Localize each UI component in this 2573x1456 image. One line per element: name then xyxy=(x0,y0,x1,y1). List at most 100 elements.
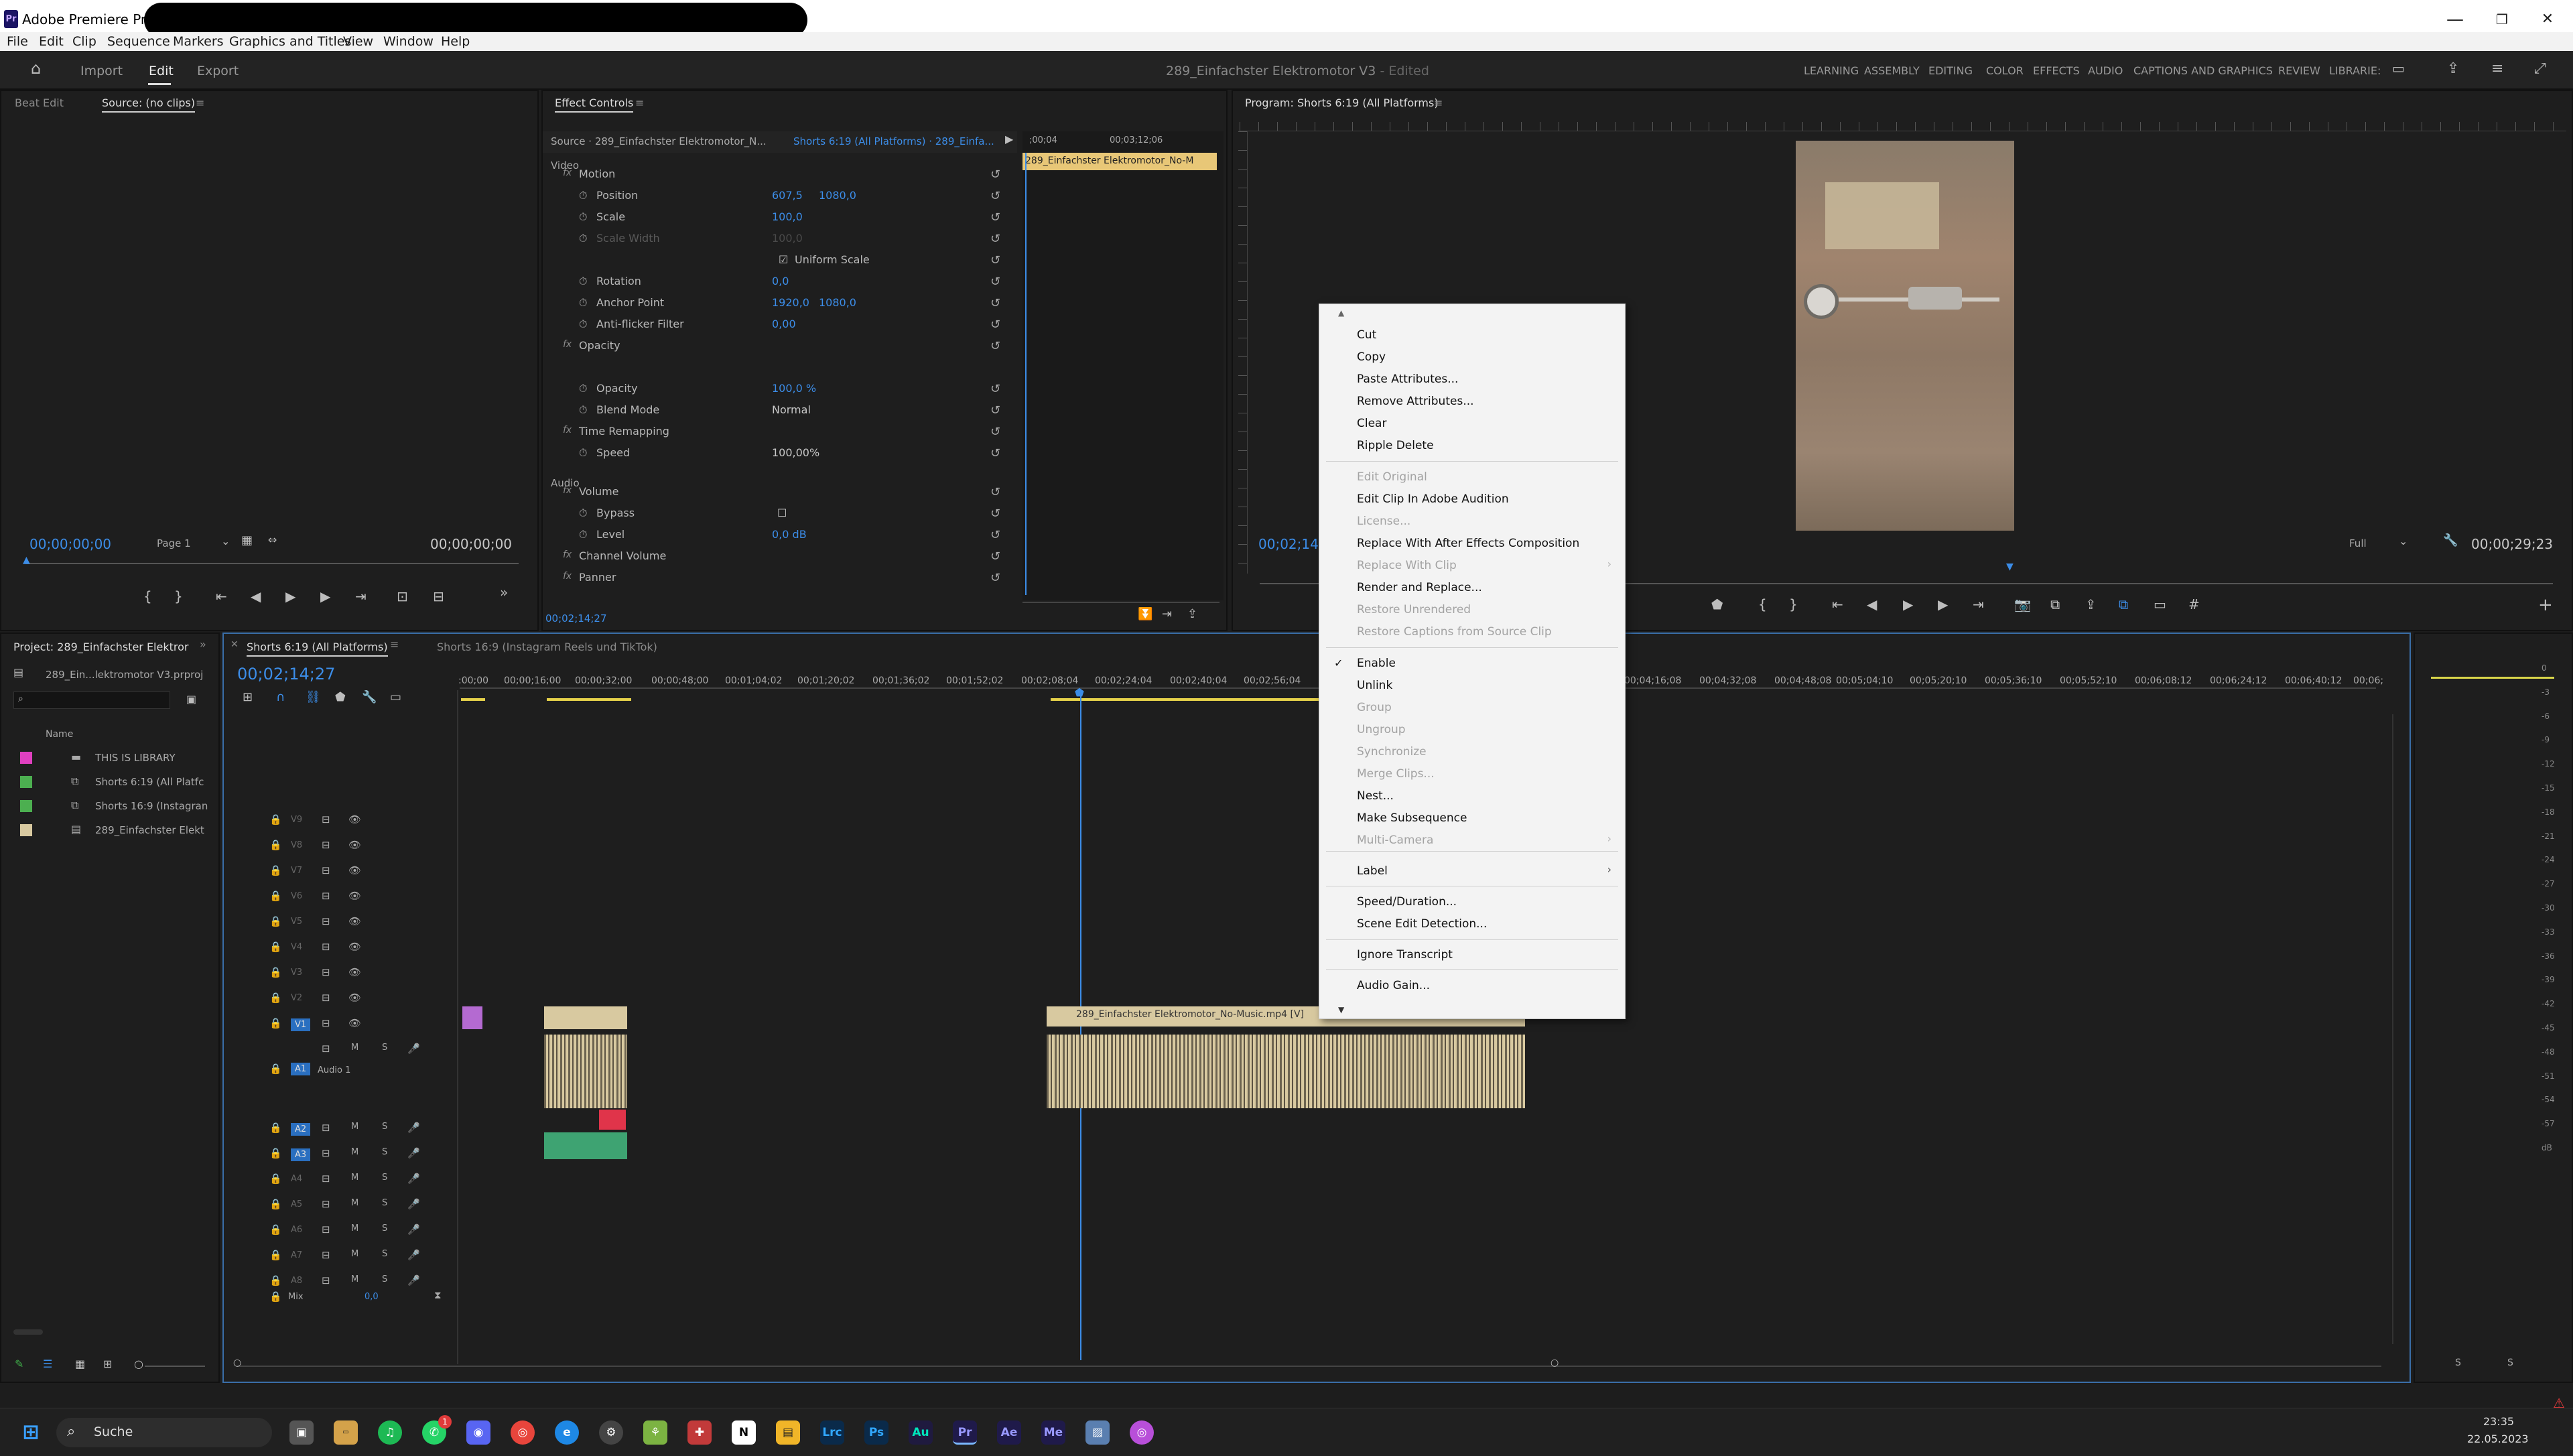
stopwatch-icon[interactable]: ⏱ xyxy=(579,528,587,541)
program-panel-menu-icon[interactable]: ≡ xyxy=(1434,96,1443,109)
lock-icon[interactable]: 🔒 xyxy=(269,1198,282,1210)
add-button-icon[interactable]: + xyxy=(2538,595,2553,615)
steam-icon[interactable]: ⚙ xyxy=(599,1420,623,1445)
clip-a1-short[interactable] xyxy=(544,1035,627,1108)
reset-icon[interactable]: ↺ xyxy=(990,446,1000,460)
menu-view[interactable]: View xyxy=(343,34,373,49)
progress-menu-icon[interactable]: ≡ xyxy=(2491,60,2503,77)
timeline-playhead-icon[interactable]: ⬟ xyxy=(1075,686,1084,699)
stopwatch-icon[interactable]: ⏱ xyxy=(579,507,587,520)
sync-lock-icon[interactable]: ⊟ xyxy=(322,1198,330,1210)
timeline-vscroll[interactable] xyxy=(2392,714,2393,1344)
ripple-icon[interactable]: ⇥ xyxy=(1162,607,1172,621)
mic-icon[interactable]: 🎤 xyxy=(407,1122,420,1134)
timeline-timecode[interactable]: 00;02;14;27 xyxy=(237,665,335,683)
mic-icon[interactable]: 🎤 xyxy=(407,1198,420,1210)
effect-value-1[interactable]: 0,0 dB xyxy=(772,528,807,541)
reset-icon[interactable]: ↺ xyxy=(990,318,1000,332)
stopwatch-icon[interactable]: ⏱ xyxy=(579,296,587,310)
sync-lock-icon[interactable]: ⊟ xyxy=(322,1223,330,1236)
lock-icon[interactable]: 🔒 xyxy=(269,813,282,825)
tab-sequence-169[interactable]: Shorts 16:9 (Instagram Reels und TikTok) xyxy=(437,641,657,653)
work-area-bar-1[interactable] xyxy=(461,698,485,701)
meter-solo-right[interactable]: S xyxy=(2507,1358,2513,1368)
lock-icon[interactable]: 🔒 xyxy=(269,1223,282,1236)
lightroom-classic-icon[interactable]: Lrc xyxy=(820,1420,844,1445)
ec-scrollbar[interactable] xyxy=(1022,602,1219,603)
tab-program[interactable]: Program: Shorts 6:19 (All Platforms) xyxy=(1245,96,1439,109)
go-to-in-icon[interactable]: ⇤ xyxy=(216,588,227,604)
ec-sequence-label[interactable]: Shorts 6:19 (All Platforms) · 289_Einfa.… xyxy=(793,135,994,147)
program-step-back-icon[interactable]: ◀ xyxy=(1867,596,1877,612)
grid-icon[interactable]: # xyxy=(2188,596,2200,612)
meter-solo-left[interactable]: S xyxy=(2455,1358,2461,1368)
lock-icon[interactable]: 🔒 xyxy=(269,1122,282,1134)
effect-row[interactable]: fx Time Remapping ↺ xyxy=(543,425,1012,446)
menu-clip[interactable]: Clip xyxy=(72,34,96,49)
solo-button[interactable]: S xyxy=(382,1223,387,1234)
home-icon[interactable]: ⌂ xyxy=(31,59,41,78)
ec-playhead[interactable] xyxy=(1025,153,1027,595)
menu-item-ignore-transcript[interactable]: Ignore Transcript xyxy=(1357,948,1453,962)
menu-item-unlink[interactable]: Unlink xyxy=(1357,679,1392,692)
source-timecode-left[interactable]: 00;00;00;00 xyxy=(29,536,111,552)
lock-icon[interactable]: 🔒 xyxy=(269,1063,282,1075)
spotify-icon[interactable]: ♫ xyxy=(378,1420,402,1445)
reset-icon[interactable]: ↺ xyxy=(990,528,1000,542)
fx-toggle-icon[interactable]: fx xyxy=(563,571,572,582)
video-track-header[interactable]: 🔒 V2 ⊟ 👁 xyxy=(228,988,456,1008)
stopwatch-icon[interactable]: ⏱ xyxy=(579,275,587,288)
fx-toggle-icon[interactable]: fx xyxy=(563,425,572,436)
task-view-icon[interactable]: ▣ xyxy=(289,1420,314,1445)
clip-v1-short[interactable] xyxy=(544,1006,627,1029)
reset-icon[interactable]: ↺ xyxy=(990,189,1000,203)
windows-start-icon[interactable]: ⊞ xyxy=(19,1420,43,1445)
more-icon[interactable]: » xyxy=(500,584,508,600)
overwrite-icon[interactable]: ⊟ xyxy=(433,588,444,604)
sync-lock-icon[interactable]: ⊟ xyxy=(322,1043,330,1055)
pencil-icon[interactable]: ✎ xyxy=(15,1358,23,1370)
sync-lock-icon[interactable]: ⊟ xyxy=(322,1017,330,1029)
clip-a2-red[interactable] xyxy=(599,1110,626,1130)
nomad-app-icon[interactable]: ▭ xyxy=(334,1420,358,1445)
reset-icon[interactable]: ↺ xyxy=(990,232,1000,246)
sync-lock-icon[interactable]: ⊟ xyxy=(322,966,330,978)
playhead-icon[interactable]: ▲ xyxy=(23,555,30,566)
reset-icon[interactable]: ↺ xyxy=(990,382,1000,396)
menu-item-clear[interactable]: Clear xyxy=(1357,417,1386,430)
sync-lock-icon[interactable]: ⊟ xyxy=(322,864,330,876)
reset-icon[interactable]: ↺ xyxy=(990,275,1000,289)
solo-button[interactable]: S xyxy=(382,1198,387,1208)
project-item[interactable]: ▤ 289_Einfachster Elekt xyxy=(1,820,216,840)
video-track-header[interactable]: 🔒 V5 ⊟ 👁 xyxy=(228,911,456,931)
menu-item-edit-clip-in-adobe-audition[interactable]: Edit Clip In Adobe Audition xyxy=(1357,492,1509,506)
lock-icon[interactable]: 🔒 xyxy=(269,992,282,1004)
settings-icon[interactable]: ▦ xyxy=(241,533,253,547)
reset-icon[interactable]: ↺ xyxy=(990,425,1000,439)
effect-row[interactable]: ⏱ Bypass ☐ ↺ xyxy=(543,507,1012,527)
app-red-icon[interactable]: ✚ xyxy=(687,1420,712,1445)
menu-markers[interactable]: Markers xyxy=(173,34,224,49)
hscroll-left-handle[interactable]: ○ xyxy=(233,1358,241,1368)
mute-button[interactable]: M xyxy=(351,1223,358,1234)
track-name[interactable]: V9 xyxy=(291,815,302,825)
track-name[interactable]: V3 xyxy=(291,968,302,978)
workspace-color[interactable]: COLOR xyxy=(1986,64,2024,77)
reset-icon[interactable]: ↺ xyxy=(990,339,1000,353)
sync-lock-icon[interactable]: ⊟ xyxy=(322,1249,330,1261)
mute-button[interactable]: M xyxy=(351,1147,358,1157)
uniform-scale-checkbox[interactable]: ☑ xyxy=(779,253,788,266)
program-go-in-icon[interactable]: ⇤ xyxy=(1832,596,1843,612)
mic-icon[interactable]: 🎤 xyxy=(407,1223,420,1236)
linked-selection-icon[interactable]: ⛓ xyxy=(306,690,321,704)
timeline-hscroll[interactable] xyxy=(237,1366,2381,1367)
eye-icon[interactable]: 👁 xyxy=(348,813,361,825)
bypass-checkbox[interactable]: ☐ xyxy=(777,507,787,519)
effect-value-1[interactable]: 1920,0 xyxy=(772,296,809,309)
lock-icon[interactable]: 🔒 xyxy=(269,1249,282,1261)
camera-icon[interactable]: 📷 xyxy=(2014,596,2031,612)
reset-icon[interactable]: ↺ xyxy=(990,210,1000,224)
tab-project[interactable]: Project: 289_Einfachster Elektror xyxy=(13,641,188,653)
effect-value-1[interactable]: 100,0 xyxy=(772,210,803,223)
eye-icon[interactable]: 👁 xyxy=(348,1017,361,1029)
